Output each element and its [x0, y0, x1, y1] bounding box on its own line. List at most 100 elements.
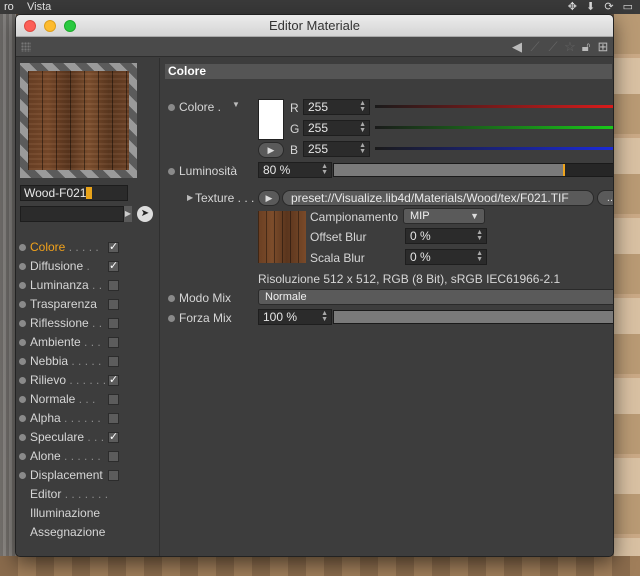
texture-expand-arrow[interactable]: ▶	[187, 193, 193, 202]
menu-item-partial[interactable]: ro	[4, 0, 14, 14]
animate-dot[interactable]	[168, 295, 175, 302]
mix-strength-slider[interactable]	[333, 310, 613, 324]
scale-blur-field[interactable]: 0 % ▲ ▼	[405, 249, 487, 265]
section-title: Colore	[165, 64, 612, 79]
channel-leader-dots: . . .	[80, 335, 101, 349]
bookmark-icon[interactable]: ☆	[562, 39, 578, 55]
channel-checkbox[interactable]: ✓	[108, 261, 119, 272]
material-preview[interactable]	[20, 63, 137, 178]
channel-item[interactable]: Trasparenza	[16, 295, 159, 314]
layer-dropdown-arrow[interactable]: ▶	[124, 206, 132, 222]
extra-item-label: Editor	[30, 487, 62, 501]
animate-dot[interactable]	[19, 282, 26, 289]
channel-label: Nebbia	[30, 354, 69, 368]
pick-cursor-icon[interactable]: ➤	[137, 206, 153, 222]
channel-item[interactable]: Ambiente . . .	[16, 333, 159, 352]
grip-icon[interactable]	[21, 42, 31, 52]
channel-label: Colore	[30, 240, 66, 254]
channel-checkbox[interactable]: ✓	[108, 375, 119, 386]
animate-dot[interactable]	[19, 244, 26, 251]
back-arrow-icon[interactable]: ◀	[509, 39, 525, 55]
channel-item[interactable]: Colore . . . . . ✓	[16, 238, 159, 257]
sidebar-extra-item[interactable]: Editor . . . . . . .	[16, 485, 159, 504]
red-slider[interactable]	[375, 105, 613, 108]
mix-mode-label: Modo Mix	[179, 291, 232, 305]
material-name-field[interactable]: Wood-F021	[20, 185, 128, 201]
animate-dot[interactable]	[168, 315, 175, 322]
luminosity-field[interactable]: 80 % ▲ ▼	[258, 162, 332, 178]
animate-dot[interactable]	[19, 377, 26, 384]
sidebar-extra-item[interactable]: Assegnazione	[16, 523, 159, 542]
channel-checkbox[interactable]	[108, 280, 119, 291]
luminosity-slider[interactable]	[333, 163, 613, 177]
channel-checkbox[interactable]: ✓	[108, 432, 119, 443]
blue-slider[interactable]	[375, 147, 613, 150]
animate-dot[interactable]	[19, 415, 26, 422]
channel-item[interactable]: Riflessione . .	[16, 314, 159, 333]
channel-item[interactable]: Nebbia . . . . .	[16, 352, 159, 371]
channel-checkbox[interactable]	[108, 394, 119, 405]
texture-browse-button[interactable]: ...	[597, 190, 613, 206]
channel-label: Displacement	[30, 468, 103, 482]
animate-dot[interactable]	[168, 168, 175, 175]
channel-checkbox[interactable]: ✓	[108, 242, 119, 253]
animate-dot[interactable]	[19, 396, 26, 403]
green-field[interactable]: 255 ▲ ▼	[303, 120, 370, 136]
channel-item[interactable]: Displacement	[16, 466, 159, 485]
channel-label: Trasparenza	[30, 297, 97, 311]
menu-item-vista[interactable]: Vista	[27, 0, 51, 14]
lock-icon[interactable]: 🔓︎	[578, 39, 594, 55]
channel-checkbox[interactable]	[108, 413, 119, 424]
title-bar[interactable]: Editor Materiale	[16, 15, 613, 37]
channel-item[interactable]: Luminanza . .	[16, 276, 159, 295]
channel-checkbox[interactable]	[108, 318, 119, 329]
blue-field[interactable]: 255 ▲ ▼	[303, 141, 370, 157]
animate-dot[interactable]	[19, 263, 26, 270]
animate-dot[interactable]	[19, 320, 26, 327]
animate-dot[interactable]	[19, 453, 26, 460]
mix-strength-slider-fill	[334, 311, 613, 323]
animate-dot[interactable]	[168, 104, 175, 111]
mix-strength-field[interactable]: 100 % ▲ ▼	[258, 309, 332, 325]
channel-checkbox[interactable]	[108, 470, 119, 481]
green-slider[interactable]	[375, 126, 613, 129]
color-mode-button[interactable]: ▶	[258, 142, 284, 158]
channel-item[interactable]: Normale . . .	[16, 390, 159, 409]
channel-item[interactable]: Diffusione . ✓	[16, 257, 159, 276]
luminosity-slider-fill	[334, 164, 565, 176]
color-menu-arrow[interactable]: ▼	[232, 100, 240, 109]
channel-checkbox[interactable]	[108, 356, 119, 367]
mix-mode-dropdown[interactable]: Normale▼	[258, 289, 613, 305]
sampling-dropdown[interactable]: MIP ▼	[403, 208, 485, 224]
channel-item[interactable]: Alpha . . . . . .	[16, 409, 159, 428]
viewport-nav-icons[interactable]: ✥ ⬇ ⟳ ▭	[568, 0, 636, 14]
background-viewport-floor	[0, 556, 640, 576]
red-field[interactable]: 255 ▲ ▼	[303, 99, 370, 115]
texture-thumbnail[interactable]	[258, 211, 306, 263]
offset-blur-field[interactable]: 0 % ▲ ▼	[405, 228, 487, 244]
sidebar-extra-item[interactable]: Illuminazione	[16, 504, 159, 523]
channel-checkbox[interactable]	[108, 451, 119, 462]
channel-checkbox[interactable]	[108, 337, 119, 348]
forward-arrow-icon[interactable]: ⟋	[527, 39, 543, 55]
animate-dot[interactable]	[19, 339, 26, 346]
channel-item[interactable]: Alone . . . . . .	[16, 447, 159, 466]
texture-menu-button[interactable]: ▶	[258, 190, 280, 206]
layer-field[interactable]	[20, 206, 124, 222]
channel-item[interactable]: Rilievo . . . . . . ✓	[16, 371, 159, 390]
red-label: R	[290, 101, 299, 115]
animate-dot[interactable]	[19, 472, 26, 479]
animate-dot[interactable]	[19, 434, 26, 441]
animate-dot[interactable]	[19, 301, 26, 308]
animate-dot[interactable]	[19, 358, 26, 365]
channel-checkbox[interactable]	[108, 299, 119, 310]
new-window-icon[interactable]: ⟋	[545, 39, 561, 55]
color-swatch[interactable]	[258, 99, 284, 140]
channel-leader-dots: . . .	[84, 430, 105, 444]
extra-item-leader-dots: . . . . . . .	[61, 487, 109, 501]
channel-item[interactable]: Speculare . . . ✓	[16, 428, 159, 447]
luminosity-slider-marker[interactable]	[563, 164, 565, 176]
texture-path-button[interactable]: preset://Visualize.lib4d/Materials/Wood/…	[282, 190, 594, 206]
channel-leader-dots: . . . . . .	[60, 449, 101, 463]
add-panel-icon[interactable]: ⊞	[595, 39, 611, 55]
